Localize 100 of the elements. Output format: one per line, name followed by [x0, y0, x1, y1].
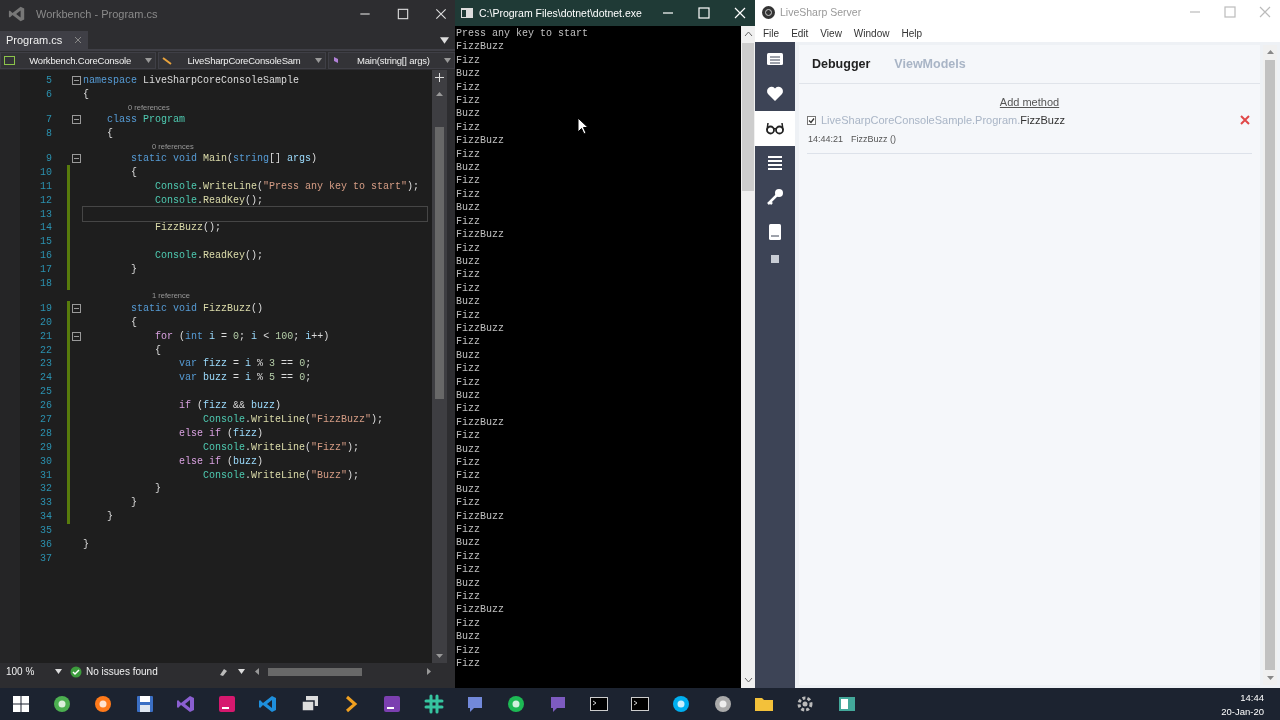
line-number: 19 — [39, 302, 52, 314]
vertical-scrollbar[interactable] — [741, 26, 755, 688]
console-output-line: FizzBuzz — [456, 321, 504, 336]
split-handle-icon[interactable] — [435, 73, 444, 82]
scroll-thumb[interactable] — [742, 43, 754, 191]
scroll-left-icon[interactable] — [253, 667, 262, 676]
tile-icon[interactable] — [382, 694, 403, 714]
console-output-line: Fizz — [456, 187, 480, 202]
collapse-icon[interactable] — [71, 331, 81, 341]
console-output-line: Fizz — [456, 308, 480, 322]
menu-item[interactable]: Window — [849, 27, 894, 39]
line-number: 18 — [39, 278, 52, 289]
code-line: var fizz = i % 3 == 0; — [178, 357, 313, 372]
brush-icon[interactable] — [218, 666, 230, 677]
disc-icon[interactable] — [93, 694, 114, 714]
tile-icon[interactable] — [217, 694, 238, 714]
code-line: class Program — [106, 113, 187, 128]
caret-icon[interactable] — [238, 669, 245, 674]
collapse-icon[interactable] — [71, 115, 81, 125]
console-output-line: Buzz — [456, 161, 480, 175]
tab[interactable]: Debugger — [812, 57, 871, 71]
caret-icon[interactable] — [444, 58, 451, 63]
window-title: C:\Program Files\dotnet\dotnet.exe — [479, 7, 643, 19]
project-icon — [4, 56, 15, 65]
line-number: 33 — [39, 497, 52, 509]
line-number: 7 — [45, 114, 52, 126]
console-output-line: Fizz — [456, 496, 480, 510]
issues-status[interactable]: No issues found — [86, 666, 158, 677]
code-line: FizzBuzz(); — [154, 221, 223, 236]
scroll-thumb[interactable] — [435, 127, 444, 399]
caret-icon[interactable] — [314, 58, 322, 63]
line-number: 15 — [39, 236, 52, 248]
scroll-down-icon[interactable] — [743, 675, 753, 684]
code-line: } — [130, 263, 138, 278]
line-number: 37 — [39, 552, 52, 564]
console-output-line: Fizz — [456, 281, 480, 296]
horizontal-scrollbar[interactable] — [253, 667, 433, 676]
console-output-line: Fizz — [456, 120, 480, 135]
add-method-link[interactable]: Add method — [999, 96, 1060, 108]
line-number: 29 — [39, 441, 52, 453]
console-output-line: FizzBuzz — [456, 40, 504, 54]
navigation-dropdown[interactable]: Main(string[] args) — [327, 52, 455, 69]
navigation-dropdown[interactable]: LiveSharpCoreConsoleSam — [158, 52, 326, 69]
scroll-thumb[interactable] — [268, 667, 362, 676]
disc-icon[interactable] — [506, 694, 527, 714]
menu-item[interactable]: Help — [897, 27, 926, 39]
collapse-icon[interactable] — [71, 76, 81, 86]
collapse-icon[interactable] — [71, 303, 81, 313]
navigation-dropdown[interactable]: Workbench.CoreConsole — [0, 52, 157, 69]
console-output-line: Fizz — [456, 53, 480, 68]
clock-time[interactable]: 14:44 — [1221, 691, 1264, 703]
menu-item[interactable]: View — [816, 27, 846, 39]
code-line: if (fizz && buzz) — [178, 399, 283, 414]
vertical-scrollbar[interactable] — [432, 70, 447, 663]
line-number: 17 — [39, 264, 52, 276]
line-number: 5 — [45, 75, 52, 87]
checkbox[interactable] — [807, 115, 816, 125]
delete-icon[interactable] — [1240, 115, 1250, 125]
console-output-line: FizzBuzz — [456, 228, 504, 242]
scroll-up-icon[interactable] — [743, 30, 753, 39]
collapse-icon[interactable] — [71, 154, 81, 163]
window-title: Workbench - Program.cs — [36, 8, 159, 20]
caret-icon[interactable] — [145, 58, 153, 63]
file-tab[interactable]: Program.cs — [0, 31, 89, 49]
hash-icon[interactable] — [423, 694, 444, 714]
line-number: 28 — [39, 427, 52, 439]
zoom-dropdown[interactable]: 100 % — [6, 666, 62, 677]
menu-item[interactable]: Edit — [787, 27, 813, 39]
console-output-line: Fizz — [456, 241, 480, 255]
windows-stack-icon[interactable] — [299, 694, 320, 714]
ribbon-icon[interactable] — [175, 694, 196, 714]
terminal-icon[interactable] — [630, 694, 651, 714]
console-output-line: Buzz — [456, 388, 480, 403]
code-line: for (int i = 0; i < 100; i++) — [154, 329, 331, 344]
window-icon[interactable] — [836, 694, 857, 714]
menu-item[interactable]: File — [759, 27, 784, 39]
scroll-up-icon[interactable] — [1265, 48, 1275, 57]
terminal-icon[interactable] — [588, 694, 609, 714]
console-output-line: Fizz — [456, 590, 480, 604]
code-line: { — [106, 127, 114, 142]
console-output-line: Buzz — [456, 536, 480, 550]
console-output-line: Fizz — [456, 94, 480, 108]
ribbon-icon[interactable] — [258, 694, 279, 714]
vertical-scrollbar[interactable] — [1263, 45, 1277, 685]
ribbon-logo-icon — [8, 5, 26, 23]
code-line: { — [130, 315, 138, 330]
sidebar-button[interactable] — [755, 111, 795, 146]
close-icon[interactable] — [74, 36, 83, 44]
disc-icon[interactable] — [51, 694, 72, 714]
scroll-down-icon[interactable] — [1265, 673, 1275, 682]
clock-date[interactable]: 20-Jan-20 — [1221, 705, 1264, 717]
windows-start-icon[interactable] — [10, 694, 31, 714]
scroll-thumb[interactable] — [1265, 60, 1275, 670]
caret-icon[interactable] — [55, 669, 62, 674]
scroll-down-icon[interactable] — [435, 651, 444, 660]
disc-icon[interactable] — [671, 694, 692, 714]
scroll-up-icon[interactable] — [435, 90, 444, 99]
scroll-right-icon[interactable] — [424, 667, 433, 676]
caret-icon[interactable] — [440, 36, 449, 45]
disc-icon[interactable] — [712, 694, 733, 714]
